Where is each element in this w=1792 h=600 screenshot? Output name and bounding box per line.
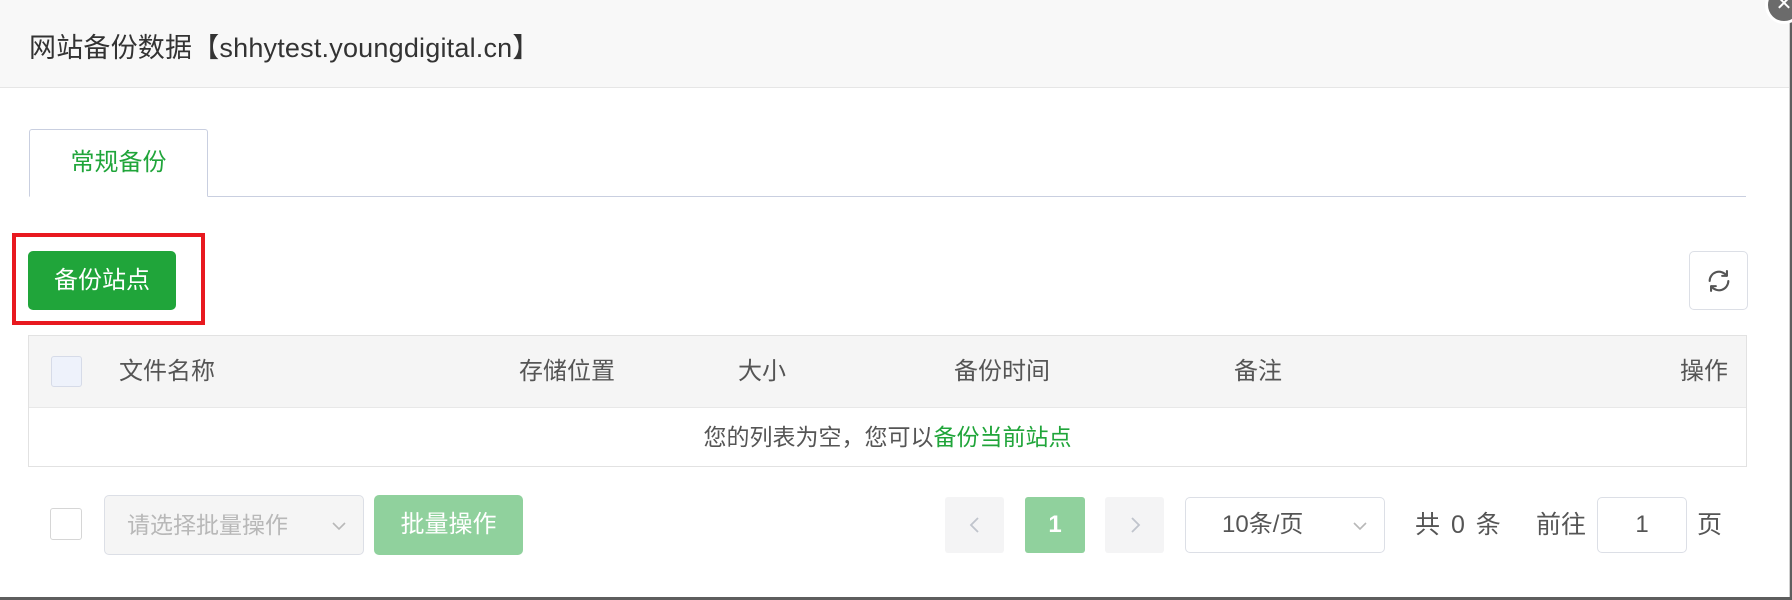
backup-site-button[interactable]: 备份站点 <box>28 251 176 310</box>
page-suffix: 页 <box>1697 511 1723 539</box>
page-size-value: 10条/页 <box>1222 511 1304 538</box>
chevron-right-icon <box>1131 517 1141 533</box>
column-remark: 备注 <box>1234 358 1282 385</box>
footer-select-all-checkbox[interactable] <box>50 508 82 540</box>
column-storage-location: 存储位置 <box>519 358 615 385</box>
backup-current-site-link[interactable]: 备份当前站点 <box>934 424 1072 450</box>
refresh-icon <box>1708 270 1730 292</box>
goto-page-input[interactable]: 1 <box>1597 497 1687 553</box>
tab-regular-backup[interactable]: 常规备份 <box>29 129 208 197</box>
batch-select-placeholder: 请选择批量操作 <box>127 512 288 538</box>
pagination-current-page[interactable]: 1 <box>1025 497 1085 553</box>
backup-table: 文件名称 存储位置 大小 备份时间 备注 操作 您的列表为空，您可以备份当前站点 <box>28 335 1747 467</box>
batch-operation-button[interactable]: 批量操作 <box>374 495 523 555</box>
empty-state: 您的列表为空，您可以备份当前站点 <box>29 408 1746 467</box>
dialog-header: 网站备份数据【shhytest.youngdigital.cn】 <box>0 0 1789 88</box>
column-backup-time: 备份时间 <box>954 358 1050 385</box>
page-size-select[interactable]: 10条/页 <box>1185 497 1385 553</box>
pagination-total: 共 0 条 <box>1415 511 1503 539</box>
column-file-name: 文件名称 <box>119 358 215 385</box>
empty-text: 您的列表为空，您可以 <box>703 424 934 450</box>
column-size: 大小 <box>738 358 786 385</box>
chevron-left-icon <box>969 517 979 533</box>
backup-dialog: 网站备份数据【shhytest.youngdigital.cn】 ✕ 常规备份 … <box>0 0 1792 597</box>
pagination-next-button[interactable] <box>1105 497 1164 553</box>
batch-operation-select[interactable]: 请选择批量操作 <box>104 495 364 555</box>
select-all-checkbox[interactable] <box>51 356 82 387</box>
chevron-down-icon <box>1353 522 1367 531</box>
refresh-button[interactable] <box>1689 251 1748 310</box>
goto-label: 前往 <box>1536 511 1587 539</box>
column-actions: 操作 <box>1680 358 1728 385</box>
table-header: 文件名称 存储位置 大小 备份时间 备注 操作 <box>29 336 1746 408</box>
dialog-title: 网站备份数据【shhytest.youngdigital.cn】 <box>29 33 540 63</box>
tab-bar: 常规备份 <box>29 129 1746 197</box>
pagination-prev-button[interactable] <box>945 497 1004 553</box>
chevron-down-icon <box>332 522 346 531</box>
